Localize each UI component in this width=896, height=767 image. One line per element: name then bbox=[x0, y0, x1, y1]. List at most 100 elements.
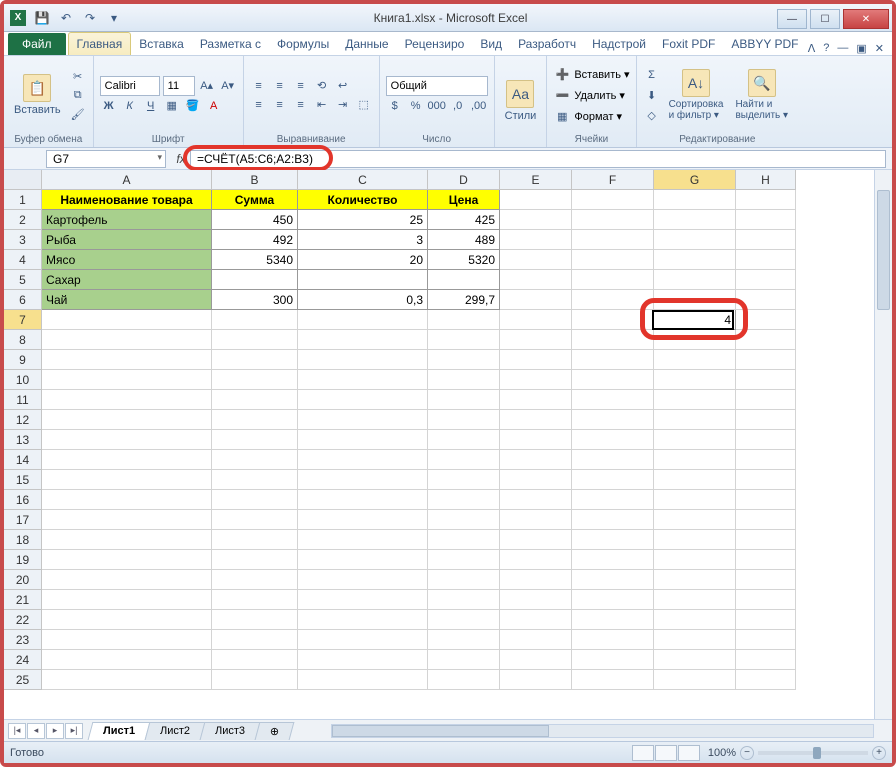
cell[interactable] bbox=[42, 310, 212, 330]
cell[interactable] bbox=[500, 410, 572, 430]
cell[interactable] bbox=[736, 330, 796, 350]
cell[interactable]: 0,3 bbox=[298, 290, 428, 310]
cell[interactable] bbox=[42, 530, 212, 550]
cell[interactable] bbox=[212, 590, 298, 610]
cell[interactable] bbox=[500, 390, 572, 410]
cell[interactable] bbox=[500, 290, 572, 310]
row-20[interactable]: 20 bbox=[4, 570, 42, 590]
decrease-font-icon[interactable]: A▾ bbox=[219, 77, 237, 95]
cell[interactable] bbox=[736, 230, 796, 250]
row-11[interactable]: 11 bbox=[4, 390, 42, 410]
cell[interactable] bbox=[42, 350, 212, 370]
cell[interactable] bbox=[212, 390, 298, 410]
cell[interactable] bbox=[212, 330, 298, 350]
row-17[interactable]: 17 bbox=[4, 510, 42, 530]
cell[interactable] bbox=[428, 470, 500, 490]
cell[interactable] bbox=[212, 650, 298, 670]
help-icon[interactable]: ? bbox=[823, 42, 829, 55]
cell[interactable] bbox=[298, 270, 428, 290]
view-normal-icon[interactable] bbox=[632, 745, 654, 761]
cell[interactable] bbox=[654, 270, 736, 290]
cell[interactable] bbox=[736, 370, 796, 390]
col-D[interactable]: D bbox=[428, 170, 500, 190]
cell[interactable] bbox=[572, 570, 654, 590]
cell[interactable] bbox=[212, 530, 298, 550]
cell[interactable] bbox=[736, 190, 796, 210]
cell[interactable] bbox=[572, 430, 654, 450]
row-3[interactable]: 3 bbox=[4, 230, 42, 250]
cell[interactable] bbox=[654, 330, 736, 350]
cell[interactable] bbox=[572, 450, 654, 470]
fill-color-icon[interactable]: 🪣 bbox=[184, 97, 202, 115]
cell[interactable] bbox=[736, 430, 796, 450]
cell[interactable] bbox=[500, 370, 572, 390]
cell[interactable] bbox=[212, 550, 298, 570]
sheet-tab-2[interactable]: Лист2 bbox=[145, 722, 206, 740]
doc-close-icon[interactable]: ✕ bbox=[875, 42, 884, 55]
align-center-icon[interactable]: ≡ bbox=[271, 96, 289, 114]
cell[interactable] bbox=[298, 550, 428, 570]
cell[interactable] bbox=[572, 630, 654, 650]
format-cells-button[interactable]: ▦Формат ▾ bbox=[553, 107, 629, 125]
fill-icon[interactable]: ⬇ bbox=[643, 86, 661, 104]
cell[interactable] bbox=[212, 410, 298, 430]
row-6[interactable]: 6 bbox=[4, 290, 42, 310]
cell[interactable] bbox=[428, 630, 500, 650]
row-24[interactable]: 24 bbox=[4, 650, 42, 670]
row-4[interactable]: 4 bbox=[4, 250, 42, 270]
cell[interactable] bbox=[212, 310, 298, 330]
row-2[interactable]: 2 bbox=[4, 210, 42, 230]
cell[interactable]: 3 bbox=[298, 230, 428, 250]
cell[interactable] bbox=[654, 230, 736, 250]
cell[interactable] bbox=[654, 510, 736, 530]
cell[interactable] bbox=[42, 490, 212, 510]
insert-cells-button[interactable]: ➕Вставить ▾ bbox=[553, 65, 629, 83]
qat-more-icon[interactable]: ▾ bbox=[104, 8, 124, 28]
cell[interactable] bbox=[212, 430, 298, 450]
cell[interactable] bbox=[42, 450, 212, 470]
wrap-text-icon[interactable]: ↩ bbox=[334, 77, 352, 95]
cell[interactable] bbox=[500, 510, 572, 530]
maximize-button[interactable]: ☐ bbox=[810, 9, 840, 29]
col-B[interactable]: B bbox=[212, 170, 298, 190]
cell[interactable] bbox=[654, 670, 736, 690]
cell[interactable] bbox=[654, 430, 736, 450]
cell[interactable] bbox=[500, 350, 572, 370]
font-color-icon[interactable]: A bbox=[205, 97, 223, 115]
cell[interactable] bbox=[42, 410, 212, 430]
cell[interactable] bbox=[428, 490, 500, 510]
cell[interactable] bbox=[736, 550, 796, 570]
cell[interactable] bbox=[428, 390, 500, 410]
row-14[interactable]: 14 bbox=[4, 450, 42, 470]
cell[interactable] bbox=[212, 370, 298, 390]
currency-icon[interactable]: $ bbox=[386, 97, 404, 115]
cell[interactable] bbox=[42, 370, 212, 390]
cell[interactable] bbox=[572, 230, 654, 250]
sort-filter-button[interactable]: A↓ Сортировка и фильтр ▾ bbox=[665, 67, 728, 123]
cell[interactable] bbox=[654, 410, 736, 430]
decrease-decimal-icon[interactable]: ,00 bbox=[470, 97, 488, 115]
cell[interactable] bbox=[42, 550, 212, 570]
sheet-tab-1[interactable]: Лист1 bbox=[88, 722, 151, 740]
cell[interactable] bbox=[428, 410, 500, 430]
view-pagelayout-icon[interactable] bbox=[655, 745, 677, 761]
cell[interactable] bbox=[212, 630, 298, 650]
cell[interactable] bbox=[654, 550, 736, 570]
cell[interactable] bbox=[736, 650, 796, 670]
cell[interactable] bbox=[654, 610, 736, 630]
cell[interactable] bbox=[212, 510, 298, 530]
cell[interactable] bbox=[42, 570, 212, 590]
cell[interactable] bbox=[428, 330, 500, 350]
format-painter-icon[interactable]: 🖌 bbox=[69, 105, 87, 123]
cell[interactable] bbox=[298, 490, 428, 510]
row-5[interactable]: 5 bbox=[4, 270, 42, 290]
tab-pagelayout[interactable]: Разметка с bbox=[192, 33, 269, 55]
row-10[interactable]: 10 bbox=[4, 370, 42, 390]
row-19[interactable]: 19 bbox=[4, 550, 42, 570]
cell[interactable] bbox=[212, 450, 298, 470]
cell[interactable] bbox=[212, 490, 298, 510]
cell[interactable] bbox=[212, 570, 298, 590]
merge-icon[interactable]: ⬚ bbox=[355, 96, 373, 114]
cell[interactable]: Сумма bbox=[212, 190, 298, 210]
cell[interactable] bbox=[428, 650, 500, 670]
